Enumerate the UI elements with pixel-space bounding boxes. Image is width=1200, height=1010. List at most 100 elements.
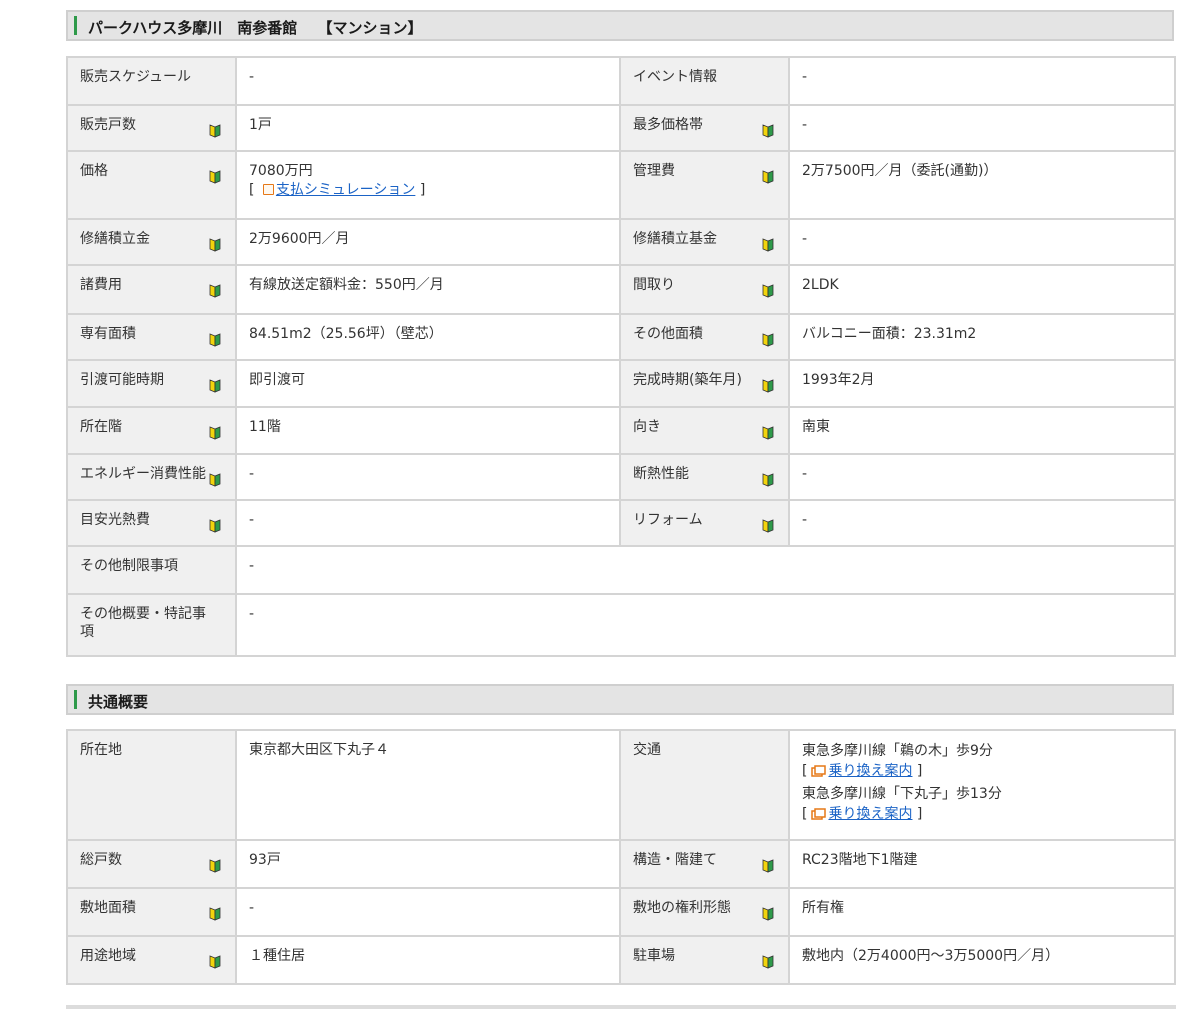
field-value: 11階 — [249, 419, 281, 435]
field-value: - — [249, 512, 255, 528]
label-cell: その他面積 — [619, 313, 790, 361]
transit-link-row: [乗り換え案内 ] — [802, 804, 1162, 827]
table-row: 引渡可能時期 即引渡可 完成時期(築年月) 1993年2月 — [66, 359, 1176, 408]
value-cell: 84.51m2（25.56坪）（壁芯） — [235, 313, 621, 361]
label-cell: 専有面積 — [66, 313, 237, 361]
label-cell: エネルギー消費性能 — [66, 453, 237, 501]
label-cell: 向き — [619, 406, 790, 455]
payment-simulation-link[interactable]: 支払シミュレーション — [276, 182, 415, 198]
beginner-mark-icon[interactable] — [209, 955, 221, 969]
field-value: 93戸 — [249, 852, 281, 868]
field-value: 所有権 — [802, 900, 844, 916]
beginner-mark-icon[interactable] — [209, 426, 221, 440]
label-cell: 最多価格帯 — [619, 104, 790, 152]
value-cell: 東急多摩川線「鵜の木」歩9分 [乗り換え案内 ] 東急多摩川線「下丸子」歩13分… — [788, 729, 1176, 841]
label-cell: 所在地 — [66, 729, 237, 841]
field-value: - — [802, 231, 808, 247]
value-cell: RC23階地下1階建 — [788, 839, 1176, 889]
field-label: その他制限事項 — [80, 558, 178, 574]
field-value: 南東 — [802, 419, 830, 435]
field-value: 有線放送定額料金：550円／月 — [249, 277, 444, 293]
transit-guide-link[interactable]: 乗り換え案内 — [828, 763, 912, 779]
value-cell: 敷地内（2万4000円～3万5000円／月） — [788, 935, 1176, 985]
beginner-mark-icon[interactable] — [762, 170, 774, 184]
table-row: 敷地面積 - 敷地の権利形態 所有権 — [66, 887, 1176, 937]
beginner-mark-icon[interactable] — [762, 379, 774, 393]
value-cell: 11階 — [235, 406, 621, 455]
table-row-restrictions: その他制限事項 - — [66, 545, 1176, 595]
next-section-border — [66, 1005, 1176, 1009]
beginner-mark-icon[interactable] — [209, 519, 221, 533]
label-cell: 販売スケジュール — [66, 56, 237, 106]
beginner-mark-icon[interactable] — [209, 284, 221, 298]
field-value: 1戸 — [249, 117, 272, 133]
label-address: 所在地 — [80, 742, 122, 758]
beginner-mark-icon[interactable] — [762, 907, 774, 921]
transport-line: 東急多摩川線「鵜の木」歩9分 — [802, 743, 993, 759]
train-icon — [811, 764, 827, 784]
accent-bar — [74, 690, 77, 709]
field-value: - — [249, 69, 255, 85]
value-cell: 南東 — [788, 406, 1176, 455]
label-cell: 交通 — [619, 729, 790, 841]
field-value: - — [249, 900, 255, 916]
value-cell: - — [235, 545, 1176, 595]
beginner-mark-icon[interactable] — [762, 426, 774, 440]
table-row-notes: その他概要・特記事項 - — [66, 593, 1176, 657]
value-cell: 有線放送定額料金：550円／月 — [235, 264, 621, 315]
label-cell: 駐車場 — [619, 935, 790, 985]
value-cell: 2万7500円／月（委託(通勤)） — [788, 150, 1176, 220]
beginner-mark-icon[interactable] — [209, 859, 221, 873]
table-row: 専有面積 84.51m2（25.56坪）（壁芯） その他面積 バルコニー面積：23.3… — [66, 313, 1176, 361]
beginner-mark-icon[interactable] — [209, 907, 221, 921]
field-value: - — [802, 512, 808, 528]
label-cell: 用途地域 — [66, 935, 237, 985]
field-value: - — [802, 69, 808, 85]
value-cell: - — [788, 218, 1176, 266]
label-cell: 引渡可能時期 — [66, 359, 237, 408]
property-section-header: パークハウス多摩川 南参番館 【マンション】 — [66, 10, 1174, 41]
beginner-mark-icon[interactable] — [209, 473, 221, 487]
label-cell: 所在階 — [66, 406, 237, 455]
beginner-mark-icon[interactable] — [762, 124, 774, 138]
value-cell: 93戸 — [235, 839, 621, 889]
transit-guide-link[interactable]: 乗り換え案内 — [828, 806, 912, 822]
value-cell: 東京都大田区下丸子４ — [235, 729, 621, 841]
value-cell: - — [235, 593, 1176, 657]
value-cell: １種住居 — [235, 935, 621, 985]
table-row: 販売戸数 1戸 最多価格帯 - — [66, 104, 1176, 152]
beginner-mark-icon[interactable] — [762, 955, 774, 969]
field-value: 2万9600円／月 — [249, 231, 350, 247]
beginner-mark-icon[interactable] — [762, 859, 774, 873]
beginner-mark-icon[interactable] — [762, 519, 774, 533]
beginner-mark-icon[interactable] — [209, 379, 221, 393]
field-value: - — [249, 466, 255, 482]
label-cell: 管理費 — [619, 150, 790, 220]
label-cell: 敷地の権利形態 — [619, 887, 790, 937]
beginner-mark-icon[interactable] — [209, 124, 221, 138]
label-cell: 敷地面積 — [66, 887, 237, 937]
payment-sim-row: [ 支払シミュレーション ] — [249, 182, 426, 198]
value-cell: - — [788, 453, 1176, 501]
field-value: - — [802, 466, 808, 482]
beginner-mark-icon[interactable] — [209, 170, 221, 184]
value-cell: 2LDK — [788, 264, 1176, 315]
value-cell: - — [235, 453, 621, 501]
label-cell: 構造・階建て — [619, 839, 790, 889]
beginner-mark-icon[interactable] — [762, 284, 774, 298]
beginner-mark-icon[interactable] — [209, 333, 221, 347]
beginner-mark-icon[interactable] — [762, 473, 774, 487]
accent-bar — [74, 16, 77, 35]
field-value: 2LDK — [802, 277, 839, 293]
beginner-mark-icon[interactable] — [209, 238, 221, 252]
value-cell: 1993年2月 — [788, 359, 1176, 408]
label-transport: 交通 — [633, 742, 661, 758]
table-row: 販売スケジュール - イベント情報 - — [66, 56, 1176, 106]
beginner-mark-icon[interactable] — [762, 333, 774, 347]
train-icon — [811, 807, 827, 827]
beginner-mark-icon[interactable] — [762, 238, 774, 252]
table-row: 所在地 東京都大田区下丸子４ 交通 東急多摩川線「鵜の木」歩9分 [乗り換え案内… — [66, 729, 1176, 841]
label-cell: リフォーム — [619, 499, 790, 547]
value-cell: - — [235, 499, 621, 547]
value-cell: - — [788, 56, 1176, 106]
